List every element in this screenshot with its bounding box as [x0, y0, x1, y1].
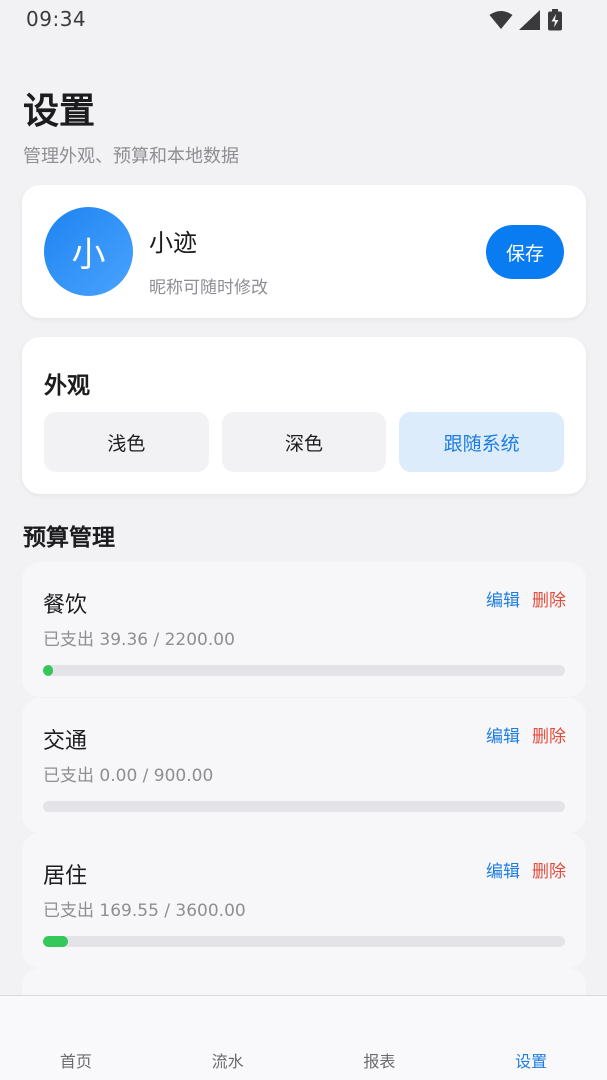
budget-actions: 编辑 删除 — [486, 722, 566, 747]
budget-item-housing: 居住 编辑 删除 已支出 169.55 / 3600.00 — [22, 833, 586, 968]
edit-button[interactable]: 编辑 — [486, 586, 520, 611]
status-icons — [489, 9, 563, 31]
avatar: 小 — [44, 207, 133, 296]
theme-options: 浅色 深色 跟随系统 — [44, 412, 565, 472]
battery-charging-icon — [548, 9, 562, 31]
nickname[interactable]: 小迹 — [149, 223, 197, 258]
nav-item-settings[interactable]: 设置 — [455, 996, 607, 1080]
budget-actions: 编辑 删除 — [486, 586, 566, 611]
budget-name: 交通 — [43, 729, 88, 754]
budget-progress-fill — [43, 665, 53, 676]
status-bar: 09:34 — [0, 0, 607, 40]
signal-icon — [519, 10, 540, 30]
budget-progress-track — [43, 665, 565, 676]
theme-option-light[interactable]: 浅色 — [44, 412, 209, 472]
budget-item-dining: 餐饮 编辑 删除 已支出 39.36 / 2200.00 — [22, 562, 586, 697]
budget-actions: 编辑 删除 — [486, 857, 566, 882]
budget-item-transport: 交通 编辑 删除 已支出 0.00 / 900.00 — [22, 698, 586, 833]
status-time: 09:34 — [26, 7, 87, 31]
budget-spent-text: 已支出 0.00 / 900.00 — [43, 766, 214, 786]
appearance-card: 外观 浅色 深色 跟随系统 — [22, 337, 586, 494]
appearance-title: 外观 — [44, 373, 90, 399]
nav-item-reports[interactable]: 报表 — [304, 996, 456, 1080]
save-button[interactable]: 保存 — [486, 225, 564, 279]
theme-option-system[interactable]: 跟随系统 — [399, 412, 565, 472]
page-subtitle: 管理外观、预算和本地数据 — [23, 146, 239, 167]
budget-progress-fill — [43, 936, 68, 947]
budget-section-title: 预算管理 — [23, 525, 115, 551]
theme-option-dark[interactable]: 深色 — [221, 412, 387, 472]
budget-progress-track — [43, 801, 565, 812]
nav-item-transactions[interactable]: 流水 — [152, 996, 304, 1080]
wifi-icon — [489, 11, 513, 29]
budget-name: 餐饮 — [43, 593, 88, 618]
edit-button[interactable]: 编辑 — [486, 722, 520, 747]
page-title: 设置 — [23, 91, 96, 132]
nav-item-home[interactable]: 首页 — [0, 996, 152, 1080]
delete-button[interactable]: 删除 — [532, 722, 566, 747]
edit-button[interactable]: 编辑 — [486, 857, 520, 882]
budget-spent-text: 已支出 169.55 / 3600.00 — [43, 901, 246, 921]
delete-button[interactable]: 删除 — [532, 857, 566, 882]
delete-button[interactable]: 删除 — [532, 586, 566, 611]
budget-name: 居住 — [43, 864, 88, 889]
budget-spent-text: 已支出 39.36 / 2200.00 — [43, 630, 235, 650]
budget-progress-track — [43, 936, 565, 947]
profile-card: 小 小迹 昵称可随时修改 保存 — [22, 185, 586, 318]
settings-screen: 09:34 设置 管理外观、预算和本地数据 小 小迹 昵称可随时修改 保存 外观… — [0, 0, 607, 1080]
bottom-nav: 首页 流水 报表 设置 — [0, 995, 607, 1080]
nickname-hint: 昵称可随时修改 — [149, 278, 268, 298]
